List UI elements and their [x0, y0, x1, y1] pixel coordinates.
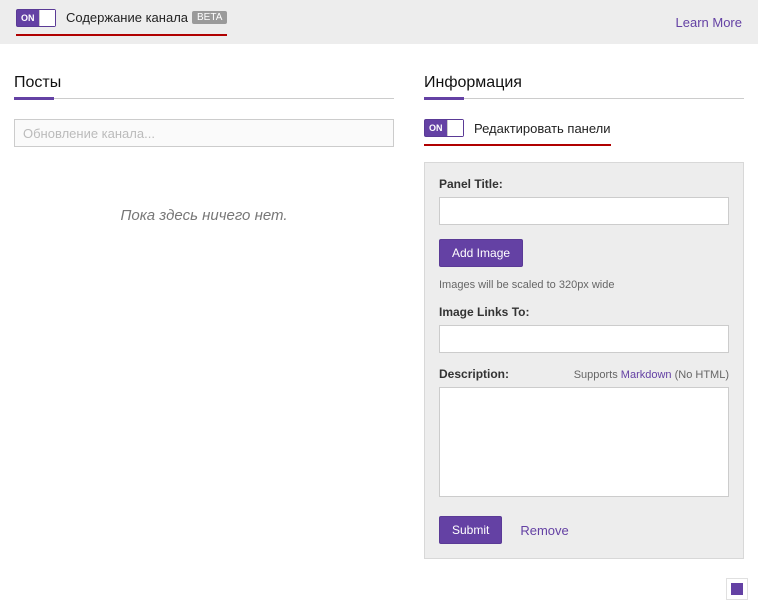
panel-title-label: Panel Title: — [439, 177, 729, 191]
posts-column: Посты Пока здесь ничего нет. — [14, 74, 394, 559]
image-links-label: Image Links To: — [439, 305, 729, 319]
corner-widget[interactable] — [726, 578, 748, 600]
add-image-button[interactable]: Add Image — [439, 239, 523, 267]
form-actions: Submit Remove — [439, 516, 729, 544]
info-column: Информация ON Редактировать панели Panel… — [424, 74, 744, 559]
channel-content-switch-group: ON Содержание канала BETA — [16, 9, 227, 36]
square-icon — [731, 583, 743, 595]
channel-content-toggle[interactable]: ON — [16, 9, 56, 27]
remove-link[interactable]: Remove — [520, 523, 568, 538]
main-columns: Посты Пока здесь ничего нет. Информация … — [0, 44, 758, 559]
markdown-link[interactable]: Markdown — [621, 369, 672, 381]
panel-edit-form: Panel Title: Add Image Images will be sc… — [424, 162, 744, 559]
post-update-input[interactable] — [14, 119, 394, 147]
posts-title-rule — [14, 98, 394, 99]
edit-panels-toggle[interactable]: ON — [424, 119, 464, 137]
edit-panels-switch-group: ON Редактировать панели — [424, 119, 611, 146]
description-row: Description: Supports Markdown (No HTML) — [439, 367, 729, 381]
submit-button[interactable]: Submit — [439, 516, 502, 544]
top-bar-left: ON Содержание канала BETA — [16, 9, 227, 36]
learn-more-link[interactable]: Learn More — [676, 15, 742, 30]
edit-panels-row: ON Редактировать панели — [424, 119, 744, 146]
markdown-support-note: Supports Markdown (No HTML) — [574, 369, 729, 381]
supports-suffix: (No HTML) — [672, 369, 729, 381]
channel-content-label: Содержание канала — [66, 10, 188, 25]
posts-title: Посты — [14, 74, 394, 92]
info-title-rule — [424, 98, 744, 99]
image-scale-hint: Images will be scaled to 320px wide — [439, 279, 729, 291]
image-links-input[interactable] — [439, 325, 729, 353]
description-textarea[interactable] — [439, 387, 729, 497]
toggle-knob — [447, 120, 463, 136]
supports-prefix: Supports — [574, 369, 621, 381]
toggle-on-label: ON — [21, 13, 35, 23]
edit-panels-label: Редактировать панели — [474, 121, 611, 136]
panel-title-input[interactable] — [439, 197, 729, 225]
posts-empty-message: Пока здесь ничего нет. — [14, 207, 394, 224]
top-bar: ON Содержание канала BETA Learn More — [0, 0, 758, 44]
beta-badge: BETA — [192, 11, 227, 24]
description-label: Description: — [439, 367, 509, 381]
toggle-knob — [39, 10, 55, 26]
info-title: Информация — [424, 74, 744, 92]
toggle-on-label: ON — [429, 123, 443, 133]
